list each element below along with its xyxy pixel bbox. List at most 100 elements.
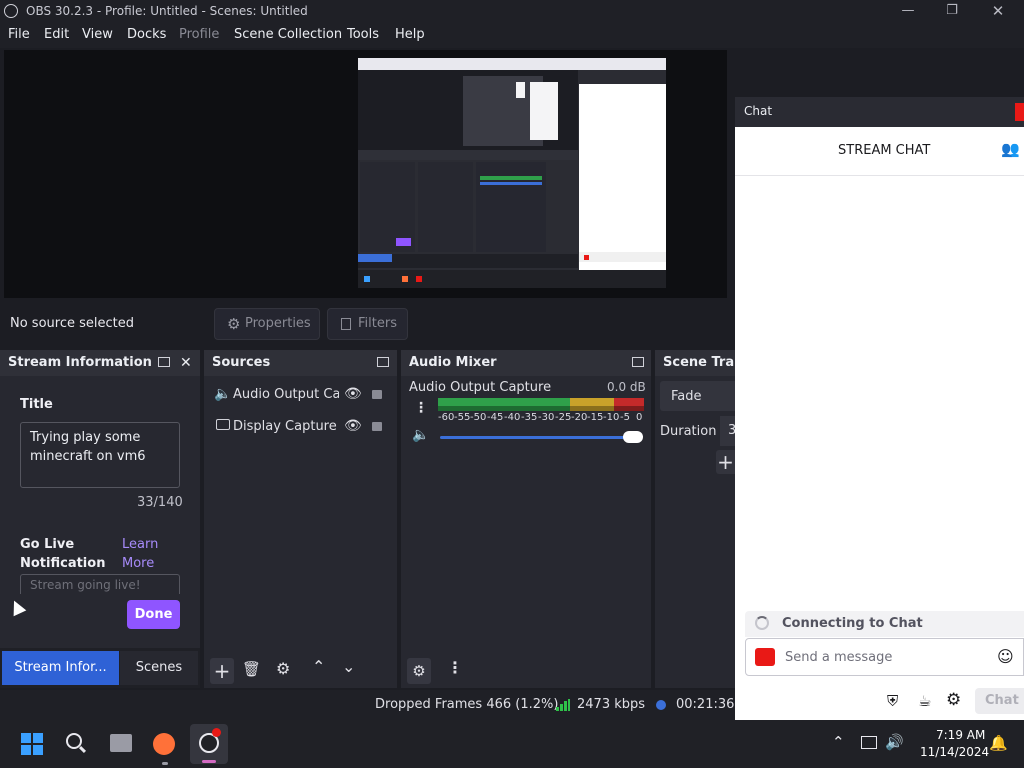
source-item[interactable]: Display Capture 👁: [212, 413, 397, 441]
taskbar: ⌃ 🔊 7:19 AM 11/14/2024 🔔: [0, 720, 1024, 768]
eye-icon[interactable]: 👁: [344, 386, 362, 402]
camera-icon[interactable]: [755, 648, 775, 666]
status-bar: Dropped Frames 466 (1.2%) 2473 kbps 00:2…: [0, 690, 735, 720]
firefox-icon[interactable]: [153, 733, 175, 755]
tab-scenes[interactable]: Scenes: [120, 651, 198, 685]
close-icon[interactable]: ✕: [978, 2, 1018, 22]
lock-icon[interactable]: [372, 390, 382, 399]
eye-icon[interactable]: 👁: [344, 418, 362, 434]
done-button[interactable]: Done: [127, 600, 180, 629]
undock-icon[interactable]: [377, 357, 389, 367]
menu-help[interactable]: Help: [395, 27, 425, 42]
windows-start-icon[interactable]: [21, 733, 43, 755]
chevron-up-icon[interactable]: ⌃: [832, 733, 845, 751]
obs-logo-icon: [4, 4, 18, 18]
chat-settings-icon[interactable]: ⚙: [946, 690, 961, 710]
scene-transitions-title: Scene Tran: [663, 355, 735, 370]
close-chat-icon[interactable]: [1015, 103, 1024, 121]
chat-dock-title: Chat: [744, 104, 773, 118]
audio-mixer-title: Audio Mixer: [409, 355, 497, 370]
undock-icon[interactable]: [632, 357, 644, 367]
monitor-icon: [216, 419, 230, 430]
menu-view[interactable]: View: [82, 27, 113, 42]
meter-scale: -60 -55 -50 -45 -40 -35 -30 -25 -20 -15 …: [438, 412, 643, 423]
chevron-up-icon[interactable]: ⌃: [312, 657, 325, 676]
source-name: Audio Output Cap: [233, 387, 339, 402]
menu-profile[interactable]: Profile: [179, 27, 219, 42]
duration-input[interactable]: 3: [720, 416, 735, 446]
go-live-label: Go Live Notification: [20, 537, 106, 571]
menu-tools[interactable]: Tools: [347, 27, 379, 42]
learn-more-link[interactable]: Learn More: [122, 535, 172, 573]
users-icon[interactable]: 👥: [1001, 140, 1020, 158]
shield-icon[interactable]: ⛨: [887, 692, 898, 710]
nested-screen-image: [358, 58, 666, 288]
volume-slider-handle[interactable]: [623, 431, 643, 443]
mixer-toolbar: ⚙ ⋮: [401, 655, 651, 688]
title-bar: OBS 30.2.3 - Profile: Untitled - Scenes:…: [0, 0, 1024, 24]
menu-docks[interactable]: Docks: [127, 27, 166, 42]
stream-time: 00:21:36: [676, 697, 735, 712]
preview-screen-capture: [358, 58, 666, 288]
chat-send-button[interactable]: Chat: [975, 688, 1024, 714]
network-icon[interactable]: [861, 736, 877, 749]
meter-green: [438, 398, 570, 406]
spinner-icon: [755, 616, 769, 630]
stream-status-icon: [656, 700, 666, 710]
menu-file[interactable]: File: [8, 27, 30, 42]
minimize-icon[interactable]: —: [888, 2, 928, 22]
filters-button[interactable]: Filters: [327, 308, 408, 340]
add-source-icon[interactable]: +: [210, 658, 234, 684]
connecting-banner: Connecting to Chat: [745, 611, 1024, 637]
gear-icon[interactable]: ⚙: [276, 659, 290, 678]
tab-stream-info[interactable]: Stream Infor...: [2, 651, 119, 685]
title-text: Trying play some minecraft on vm6: [30, 430, 146, 464]
no-source-label: No source selected: [10, 316, 134, 331]
source-item[interactable]: 🔈 Audio Output Cap 👁: [212, 381, 397, 409]
menu-scene-collection[interactable]: Scene Collection: [234, 27, 342, 42]
char-count: 33/140: [137, 495, 183, 510]
speaker-icon[interactable]: 🔈: [412, 427, 429, 443]
trophy-icon[interactable]: ☕: [918, 692, 931, 710]
meter-red: [614, 398, 644, 406]
filters-label: Filters: [358, 316, 397, 331]
volume-slider[interactable]: [440, 436, 640, 439]
obs-taskbar-button[interactable]: [190, 724, 228, 764]
add-transition-icon[interactable]: +: [716, 450, 735, 474]
lock-icon[interactable]: [372, 422, 382, 431]
close-dock-icon[interactable]: ✕: [180, 350, 192, 376]
chevron-down-icon[interactable]: ⌄: [342, 657, 355, 676]
volume-icon[interactable]: 🔊: [885, 733, 904, 751]
emoji-icon[interactable]: ☺: [997, 647, 1014, 666]
stream-info-title: Stream Information: [8, 355, 152, 370]
notification-placeholder: Stream going live!: [30, 578, 141, 592]
mixer-menu-icon[interactable]: ⋮: [447, 658, 463, 677]
title-label: Title: [20, 397, 53, 412]
channel-menu-icon[interactable]: ⋮: [414, 400, 428, 416]
gear-icon: ⚙: [227, 315, 241, 333]
maximize-icon[interactable]: ❐: [932, 2, 972, 22]
trash-icon[interactable]: 🗑: [242, 660, 261, 678]
scene-transitions-header: Scene Tran: [655, 350, 735, 376]
title-textarea[interactable]: Trying play some minecraft on vm6: [20, 422, 180, 488]
menu-bar: File Edit View Docks Profile Scene Colle…: [0, 24, 1024, 48]
notification-input[interactable]: Stream going live!: [20, 574, 180, 594]
window-title: OBS 30.2.3 - Profile: Untitled - Scenes:…: [26, 4, 308, 18]
filter-icon: [341, 318, 351, 330]
clock-date[interactable]: 11/14/2024: [920, 745, 989, 759]
undock-icon[interactable]: [158, 357, 170, 367]
volume-meter: [438, 398, 644, 412]
transition-select[interactable]: Fade: [660, 381, 735, 411]
chat-placeholder: Send a message: [785, 650, 893, 665]
menu-edit[interactable]: Edit: [44, 27, 69, 42]
connecting-text: Connecting to Chat: [782, 616, 923, 631]
mixer-settings-icon[interactable]: ⚙: [407, 658, 431, 684]
chat-button-label: Chat: [985, 693, 1019, 708]
speaker-icon: 🔈: [214, 386, 232, 402]
clock-time[interactable]: 7:19 AM: [936, 728, 985, 742]
task-view-icon[interactable]: [110, 734, 132, 752]
notification-bell-icon[interactable]: 🔔: [989, 734, 1008, 752]
properties-button[interactable]: ⚙ Properties: [214, 308, 320, 340]
chat-input[interactable]: Send a message ☺: [745, 638, 1024, 676]
recording-badge: [212, 728, 221, 737]
